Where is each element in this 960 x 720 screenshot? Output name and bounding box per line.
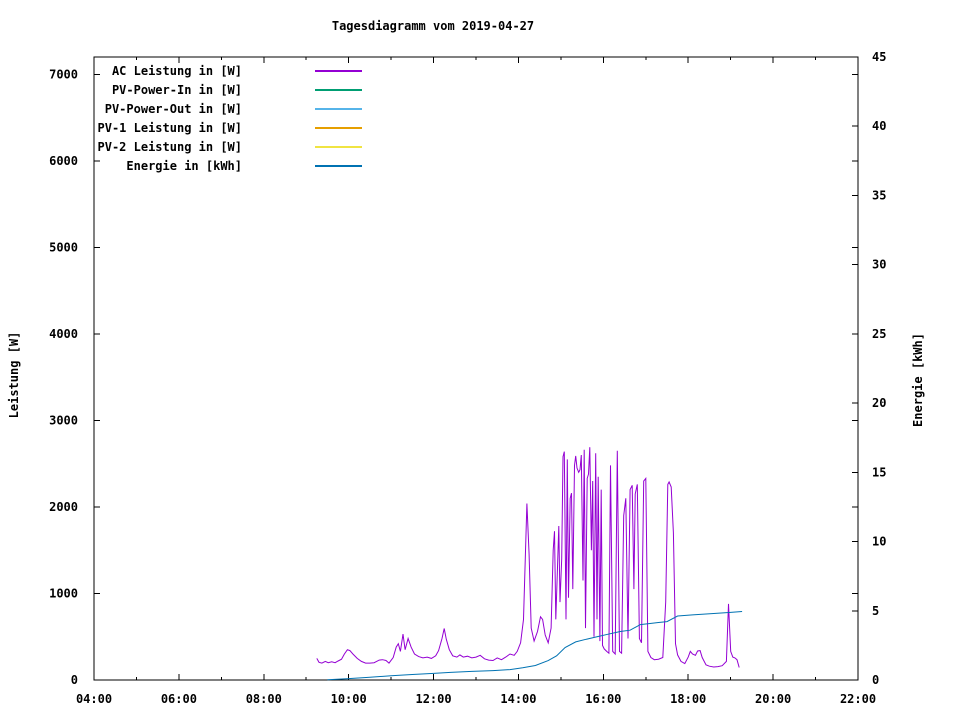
legend-entry-pv-power-out-in-w: PV-Power-Out in [W] [105,102,362,116]
y-right-tick-label: 5 [872,604,879,618]
series-energie-in-kwh [327,611,743,681]
legend-label: PV-Power-In in [W] [112,83,242,97]
chart-page: Tagesdiagramm vom 2019-04-27 Leistung [W… [0,0,960,720]
y-left-tick-label: 4000 [49,327,78,341]
legend-entry-pv-2-leistung-in-w: PV-2 Leistung in [W] [98,140,362,154]
y-right-tick-label: 35 [872,188,886,202]
legend-entry-ac-leistung-in-w: AC Leistung in [W] [112,64,362,78]
y-right-tick-label: 30 [872,258,886,272]
legend-entry-pv-1-leistung-in-w: PV-1 Leistung in [W] [98,121,362,135]
y-right-tick-label: 15 [872,465,886,479]
day-diagram-chart: Tagesdiagramm vom 2019-04-27 Leistung [W… [7,19,925,706]
legend-label: PV-Power-Out in [W] [105,102,242,116]
y-left-tick-label: 6000 [49,154,78,168]
x-tick-label: 16:00 [585,692,621,706]
y-right-tick-label: 10 [872,535,886,549]
x-tick-label: 10:00 [331,692,367,706]
x-tick-label: 12:00 [415,692,451,706]
y-right-tick-label: 45 [872,50,886,64]
y-right-tick-label: 20 [872,396,886,410]
chart-title: Tagesdiagramm vom 2019-04-27 [332,19,534,33]
legend-label: PV-1 Leistung in [W] [98,121,243,135]
x-tick-label: 08:00 [246,692,282,706]
y-left-tick-label: 0 [71,673,78,687]
legend-label: Energie in [kWh] [126,159,242,173]
y-left-tick-label: 1000 [49,586,78,600]
y-left-tick-label: 2000 [49,500,78,514]
x-tick-label: 20:00 [755,692,791,706]
x-tick-label: 14:00 [500,692,536,706]
y-left-tick-label: 3000 [49,413,78,427]
x-tick-label: 04:00 [76,692,112,706]
y-left-tick-label: 5000 [49,240,78,254]
y-left-tick-label: 7000 [49,67,78,81]
y-right-tick-label: 40 [872,119,886,133]
x-tick-label: 18:00 [670,692,706,706]
x-tick-label: 06:00 [161,692,197,706]
legend-label: PV-2 Leistung in [W] [98,140,243,154]
x-tick-label: 22:00 [840,692,876,706]
legend: AC Leistung in [W] PV-Power-In in [W] PV-P… [98,64,362,173]
legend-entry-pv-power-in-in-w: PV-Power-In in [W] [112,83,362,97]
legend-entry-energie-in-kwh: Energie in [kWh] [126,159,362,173]
y-right-tick-label: 0 [872,673,879,687]
y-left-axis-title: Leistung [W] [7,332,21,419]
legend-label: AC Leistung in [W] [112,64,242,78]
y-right-tick-label: 25 [872,327,886,341]
series-ac-leistung-in-w [316,447,740,668]
y-right-axis-title: Energie [kWh] [911,333,925,427]
plot-area: 04:00 06:00 08:00 10:00 12:00 14:00 16:00 18:00… [49,50,886,706]
